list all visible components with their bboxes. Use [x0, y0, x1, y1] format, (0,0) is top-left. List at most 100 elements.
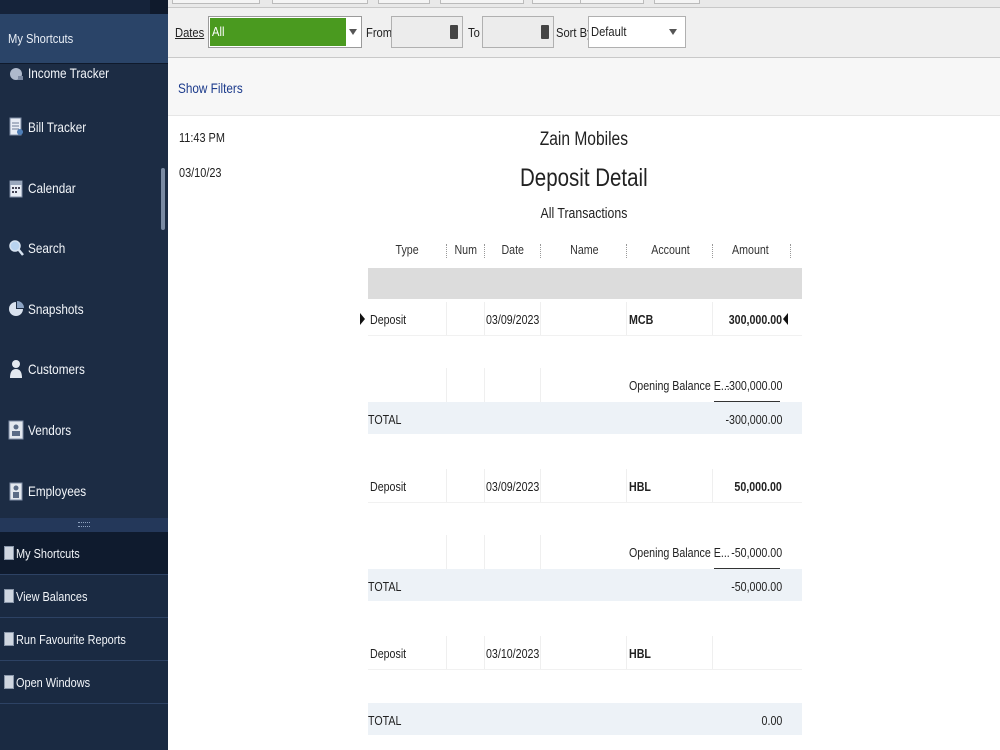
- sidebar-item-employees[interactable]: Employees: [0, 474, 160, 508]
- cell-divider: [446, 535, 447, 569]
- total-row[interactable]: TOTAL -50,000.00: [368, 569, 802, 601]
- sidebar-item-customers[interactable]: Customers: [0, 352, 160, 386]
- sort-by-select[interactable]: Default: [588, 16, 686, 48]
- nav-label: My Shortcuts: [16, 546, 80, 561]
- sidebar-item-label: Calendar: [28, 180, 76, 196]
- from-label: From: [366, 25, 393, 40]
- nav-my-shortcuts[interactable]: My Shortcuts: [0, 532, 168, 575]
- shortcut-list: Income Tracker Bill Tracker Calendar Sea…: [0, 64, 168, 518]
- total-row[interactable]: TOTAL 0.00: [368, 703, 802, 735]
- cell-divider: [446, 636, 447, 670]
- toolbar-button[interactable]: [272, 0, 368, 4]
- table-row[interactable]: Opening Balance E... -50,000.00: [368, 535, 802, 569]
- row-divider: [368, 669, 802, 670]
- cell-divider: [446, 368, 447, 402]
- show-filters-link[interactable]: Show Filters: [178, 80, 243, 96]
- sidebar-item-label: Vendors: [28, 422, 72, 438]
- col-num[interactable]: Num: [448, 242, 484, 257]
- to-date-field[interactable]: [482, 16, 554, 48]
- toolbar-button[interactable]: [172, 0, 260, 4]
- col-amount[interactable]: Amount: [714, 242, 786, 257]
- cell-account: MCB: [629, 312, 654, 327]
- nav-open-windows[interactable]: Open Windows: [0, 661, 168, 704]
- cell-account: Opening Balance E...: [629, 545, 730, 560]
- cell-divider: [712, 302, 713, 336]
- cell-total-amount: 0.00: [761, 713, 782, 728]
- cell-divider: [626, 469, 627, 503]
- row-marker-icon: [783, 313, 788, 325]
- toolbar-button[interactable]: [580, 0, 644, 4]
- sidebar-scrollbar[interactable]: [161, 168, 165, 230]
- calendar-icon[interactable]: [450, 25, 458, 39]
- calendar-icon[interactable]: [541, 25, 549, 39]
- col-name[interactable]: Name: [542, 242, 626, 257]
- cell-date: 03/09/2023: [486, 479, 540, 494]
- col-header: Type: [395, 242, 419, 257]
- sidebar-item-bill-tracker[interactable]: Bill Tracker: [0, 110, 160, 144]
- from-date-field[interactable]: [391, 16, 463, 48]
- icon-bar-sidebar: My Shortcuts Income Tracker Bill Tracker…: [0, 0, 168, 750]
- vendors-icon: [8, 420, 24, 440]
- splitter-grip-icon: [78, 522, 90, 527]
- cell-divider: [626, 302, 627, 336]
- cell-divider: [540, 469, 541, 503]
- report-toolbar: [168, 0, 1000, 8]
- cell-total-label: TOTAL: [368, 713, 402, 728]
- report-title: Deposit Detail: [368, 164, 800, 193]
- col-header: Date: [501, 242, 525, 257]
- cell-amount: -50,000.00: [731, 545, 782, 560]
- header-spacer-bar: [368, 268, 802, 299]
- nav-view-balances[interactable]: View Balances: [0, 575, 168, 618]
- snapshots-icon: [9, 301, 24, 316]
- col-date[interactable]: Date: [486, 242, 540, 257]
- cell-type: Deposit: [370, 646, 407, 661]
- to-label: To: [468, 25, 480, 40]
- cell-total-amount: -50,000.00: [731, 579, 782, 594]
- reports-icon: [4, 632, 14, 646]
- cell-date: 03/10/2023: [486, 646, 540, 661]
- toolbar-button[interactable]: [378, 0, 430, 4]
- shortcuts-icon: [4, 546, 14, 560]
- income-tracker-icon: [10, 68, 23, 80]
- cell-type: Deposit: [370, 312, 407, 327]
- calendar-icon: [9, 180, 23, 198]
- cell-divider: [626, 636, 627, 670]
- cell-amount: 50,000.00: [734, 479, 782, 494]
- cell-total-label: TOTAL: [368, 579, 402, 594]
- col-header: Account: [650, 242, 690, 257]
- toolbar-button[interactable]: [654, 0, 700, 4]
- sidebar-item-label: Customers: [28, 361, 85, 377]
- sidebar-item-income-tracker[interactable]: Income Tracker: [0, 64, 160, 90]
- cell-divider: [484, 469, 485, 503]
- customers-icon: [10, 360, 22, 378]
- table-row[interactable]: Opening Balance E... -300,000.00: [368, 368, 802, 402]
- nav-label: Open Windows: [16, 675, 91, 690]
- sidebar-item-calendar[interactable]: Calendar: [0, 171, 160, 205]
- dates-select[interactable]: All: [208, 16, 362, 48]
- col-type[interactable]: Type: [368, 242, 446, 257]
- cell-divider: [712, 636, 713, 670]
- toolbar-button[interactable]: [532, 0, 582, 4]
- sidebar-splitter[interactable]: [0, 518, 168, 532]
- col-account[interactable]: Account: [628, 242, 712, 257]
- table-row[interactable]: Deposit 03/09/2023 HBL 50,000.00: [368, 469, 802, 503]
- row-divider: [368, 335, 802, 336]
- sidebar-header-label: My Shortcuts: [8, 31, 74, 46]
- cell-amount: 300,000.00: [728, 312, 782, 327]
- table-row[interactable]: Deposit 03/10/2023 HBL: [368, 636, 802, 670]
- table-row[interactable]: Deposit 03/09/2023 MCB 300,000.00: [360, 302, 802, 336]
- toolbar-button[interactable]: [440, 0, 524, 4]
- row-divider: [368, 502, 802, 503]
- bill-tracker-icon: [9, 117, 23, 136]
- sidebar-header[interactable]: My Shortcuts: [0, 14, 168, 64]
- total-row[interactable]: TOTAL -300,000.00: [368, 402, 802, 434]
- nav-label: Run Favourite Reports: [16, 632, 126, 647]
- sidebar-item-search[interactable]: Search: [0, 231, 160, 265]
- sidebar-item-vendors[interactable]: Vendors: [0, 413, 160, 447]
- sidebar-item-label: Snapshots: [28, 301, 84, 317]
- column-divider[interactable]: [790, 244, 792, 258]
- nav-run-favourite-reports[interactable]: Run Favourite Reports: [0, 618, 168, 661]
- col-header: Num: [454, 242, 478, 257]
- sidebar-item-snapshots[interactable]: Snapshots: [0, 292, 160, 326]
- report-subtitle-text: All Transactions: [540, 205, 628, 222]
